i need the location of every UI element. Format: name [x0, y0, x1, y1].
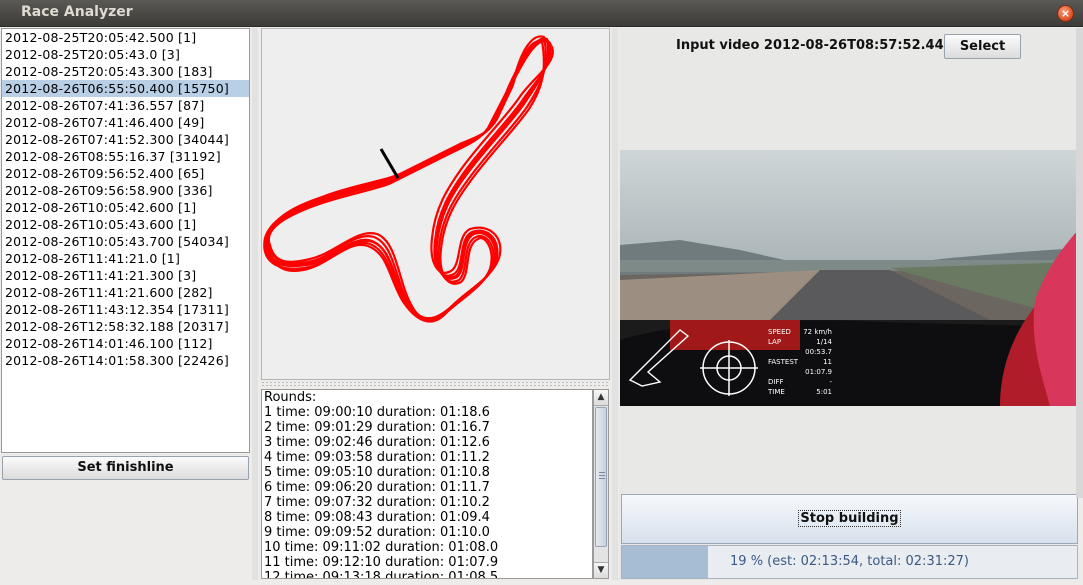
- progress-text: 19 % (est: 02:13:54, total: 02:31:27): [730, 554, 969, 569]
- close-icon[interactable]: ×: [1057, 5, 1074, 22]
- file-list-item[interactable]: 2012-08-26T09:56:52.400 [65]: [2, 165, 249, 182]
- scroll-up-icon[interactable]: ▲: [594, 390, 608, 406]
- title-bar: Race Analyzer ×: [0, 0, 1083, 27]
- file-list-item[interactable]: 2012-08-26T07:41:36.557 [87]: [2, 97, 249, 114]
- round-item[interactable]: 9 time: 09:09:52 duration: 01:10.0: [262, 525, 592, 540]
- rounds-list[interactable]: Rounds: 1 time: 09:00:10 duration: 01:18…: [261, 389, 593, 579]
- hud-label: SPEED: [768, 328, 791, 336]
- scroll-thumb[interactable]: [595, 407, 607, 547]
- track-lap-path: [263, 35, 547, 322]
- track-lap-path: [266, 39, 552, 320]
- round-item[interactable]: 6 time: 09:06:20 duration: 01:11.7: [262, 480, 592, 495]
- round-item[interactable]: 11 time: 09:12:10 duration: 01:07.9: [262, 555, 592, 570]
- file-list-item[interactable]: 2012-08-26T11:41:21.0 [1]: [2, 250, 249, 267]
- file-list-item[interactable]: 2012-08-25T20:05:43.300 [183]: [2, 63, 249, 80]
- hud-label: TIME: [767, 388, 785, 396]
- file-list-item[interactable]: 2012-08-26T12:58:32.188 [20317]: [2, 318, 249, 335]
- file-list-item[interactable]: 2012-08-26T06:55:50.400 [15750]: [2, 80, 249, 97]
- scroll-down-icon[interactable]: ▼: [594, 562, 608, 578]
- track-lap-path: [265, 39, 550, 320]
- track-lap-path: [264, 37, 550, 321]
- input-video-row: Input video 2012-08-26T08:57:52.440Z: [676, 38, 962, 53]
- file-list-item[interactable]: 2012-08-26T10:05:42.600 [1]: [2, 199, 249, 216]
- file-list-item[interactable]: 2012-08-26T10:05:43.700 [54034]: [2, 233, 249, 250]
- track-map[interactable]: [261, 28, 610, 380]
- window-title: Race Analyzer: [21, 4, 133, 20]
- track-map-canvas: [263, 35, 554, 323]
- round-item[interactable]: 5 time: 09:05:10 duration: 01:10.8: [262, 465, 592, 480]
- file-list-item[interactable]: 2012-08-26T14:01:46.100 [112]: [2, 335, 249, 352]
- finish-line-marker: [379, 148, 400, 179]
- set-finishline-button[interactable]: Set finishline: [2, 456, 249, 480]
- round-item[interactable]: 3 time: 09:02:46 duration: 01:12.6: [262, 435, 592, 450]
- input-video-value: 2012-08-26T08:57:52.440Z: [763, 38, 963, 53]
- file-list-item[interactable]: 2012-08-26T11:41:21.300 [3]: [2, 267, 249, 284]
- hud-value: 00:53.7: [805, 348, 832, 356]
- file-list-item[interactable]: 2012-08-26T11:43:12.354 [17311]: [2, 301, 249, 318]
- right-splitter[interactable]: [612, 28, 618, 580]
- file-list-item[interactable]: 2012-08-26T11:41:21.600 [282]: [2, 284, 249, 301]
- file-list-item[interactable]: 2012-08-25T20:05:42.500 [1]: [2, 29, 249, 46]
- stop-building-button[interactable]: Stop building: [621, 494, 1078, 544]
- round-item[interactable]: 7 time: 09:07:32 duration: 01:10.2: [262, 495, 592, 510]
- hud-value: 11: [823, 358, 832, 366]
- file-list-item[interactable]: 2012-08-26T07:41:46.400 [49]: [2, 114, 249, 131]
- hud-value: 1/14: [816, 338, 832, 346]
- file-list-item[interactable]: 2012-08-26T14:01:58.300 [22426]: [2, 352, 249, 369]
- map-rounds-splitter[interactable]: [261, 381, 610, 387]
- input-video-label: Input video: [676, 38, 760, 53]
- track-lap-traces: [263, 35, 554, 323]
- round-item[interactable]: 10 time: 09:11:02 duration: 01:08.0: [262, 540, 592, 555]
- file-list-item[interactable]: 2012-08-26T08:55:16.37 [31192]: [2, 148, 249, 165]
- hud-label: DIFF: [768, 378, 784, 386]
- rounds-scrollbar[interactable]: ▲ ▼: [593, 389, 609, 579]
- file-list-item[interactable]: 2012-08-25T20:05:43.0 [3]: [2, 46, 249, 63]
- build-progress-bar: 19 % (est: 02:13:54, total: 02:31:27): [621, 545, 1078, 579]
- session-file-list[interactable]: 2012-08-25T20:05:42.500 [1] 2012-08-25T20…: [1, 28, 250, 453]
- round-item[interactable]: 4 time: 09:03:58 duration: 01:11.2: [262, 450, 592, 465]
- hud-value: 5:01: [816, 388, 832, 396]
- hud-value: 72 km/h: [803, 328, 832, 336]
- track-lap-path: [267, 40, 554, 320]
- file-list-item[interactable]: 2012-08-26T10:05:43.600 [1]: [2, 216, 249, 233]
- grip-icon: [599, 472, 605, 480]
- track-lap-path: [267, 39, 545, 323]
- video-preview: SPEED 72 km/h LAP 1/14 00:53.7 FASTEST 11 01:07…: [620, 150, 1078, 406]
- rounds-header: Rounds:: [264, 390, 317, 405]
- hud-label: LAP: [768, 338, 781, 346]
- select-button[interactable]: Select: [944, 34, 1021, 59]
- video-frame: SPEED 72 km/h LAP 1/14 00:53.7 FASTEST 11 01:07…: [620, 150, 1078, 406]
- round-item[interactable]: 8 time: 09:08:43 duration: 01:09.4: [262, 510, 592, 525]
- file-list-item[interactable]: 2012-08-26T09:56:58.900 [336]: [2, 182, 249, 199]
- file-list-item[interactable]: 2012-08-26T07:41:52.300 [34044]: [2, 131, 249, 148]
- round-item[interactable]: 12 time: 09:13:18 duration: 01:08.5: [262, 570, 592, 578]
- hud-value: 01:07.9: [805, 368, 832, 376]
- left-splitter[interactable]: [252, 28, 258, 580]
- hud-label: FASTEST: [768, 358, 799, 366]
- stop-building-label: Stop building: [798, 510, 901, 527]
- round-item[interactable]: 1 time: 09:00:10 duration: 01:18.6: [262, 405, 592, 420]
- app-window: Race Analyzer × 2012-08-25T20:05:42.500 …: [0, 0, 1083, 585]
- round-item[interactable]: 2 time: 09:01:29 duration: 01:16.7: [262, 420, 592, 435]
- right-edge-bar: [1076, 28, 1083, 498]
